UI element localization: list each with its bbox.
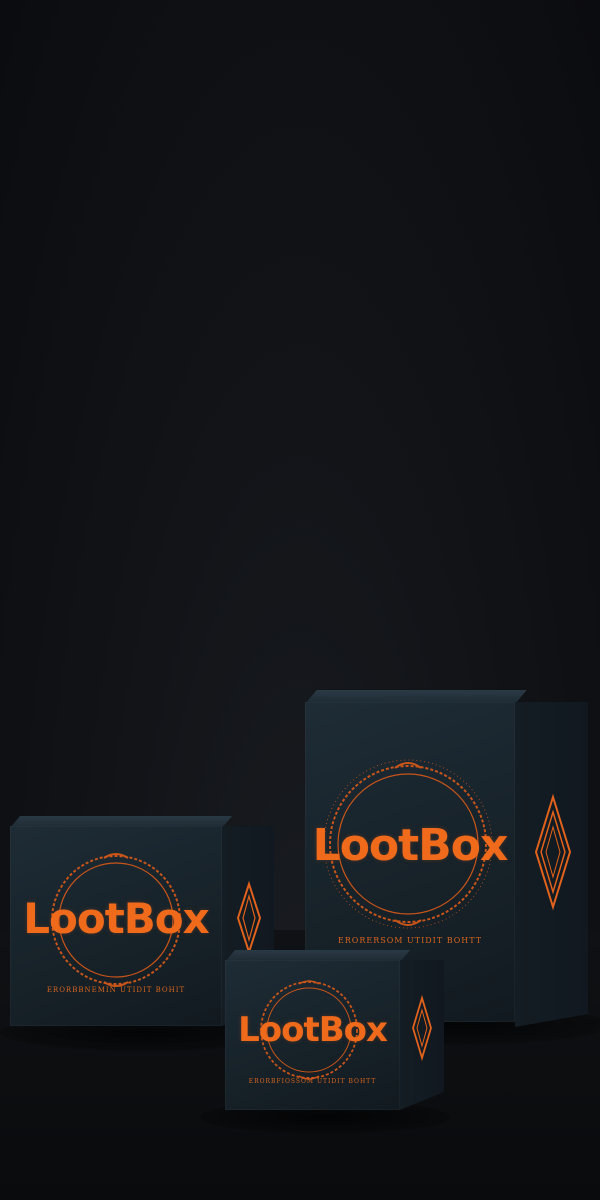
small-box-logo: LootBox bbox=[238, 1010, 388, 1050]
small-box-tagline: ERORBFIOSSOM UTIDIT BOHTT bbox=[248, 1078, 377, 1085]
diamond-icon bbox=[412, 994, 432, 1062]
large-box-tagline: ERORERSOM UTIDIT BOHTT bbox=[337, 936, 483, 945]
small-box-side bbox=[400, 960, 444, 1110]
large-box-side bbox=[515, 702, 588, 1027]
medium-box-tagline: ERORBBNEMIN UTIDIT BOHIT bbox=[46, 986, 186, 994]
medium-box-logo: LootBox bbox=[23, 894, 210, 943]
small-box-front: LootBox ERORBFIOSSOM UTIDIT BOHTT bbox=[225, 960, 400, 1110]
medium-box-front: LootBox ERORBBNEMIN UTIDIT BOHIT bbox=[10, 826, 222, 1026]
large-box-logo: LootBox bbox=[312, 820, 509, 871]
diamond-icon bbox=[534, 793, 572, 911]
